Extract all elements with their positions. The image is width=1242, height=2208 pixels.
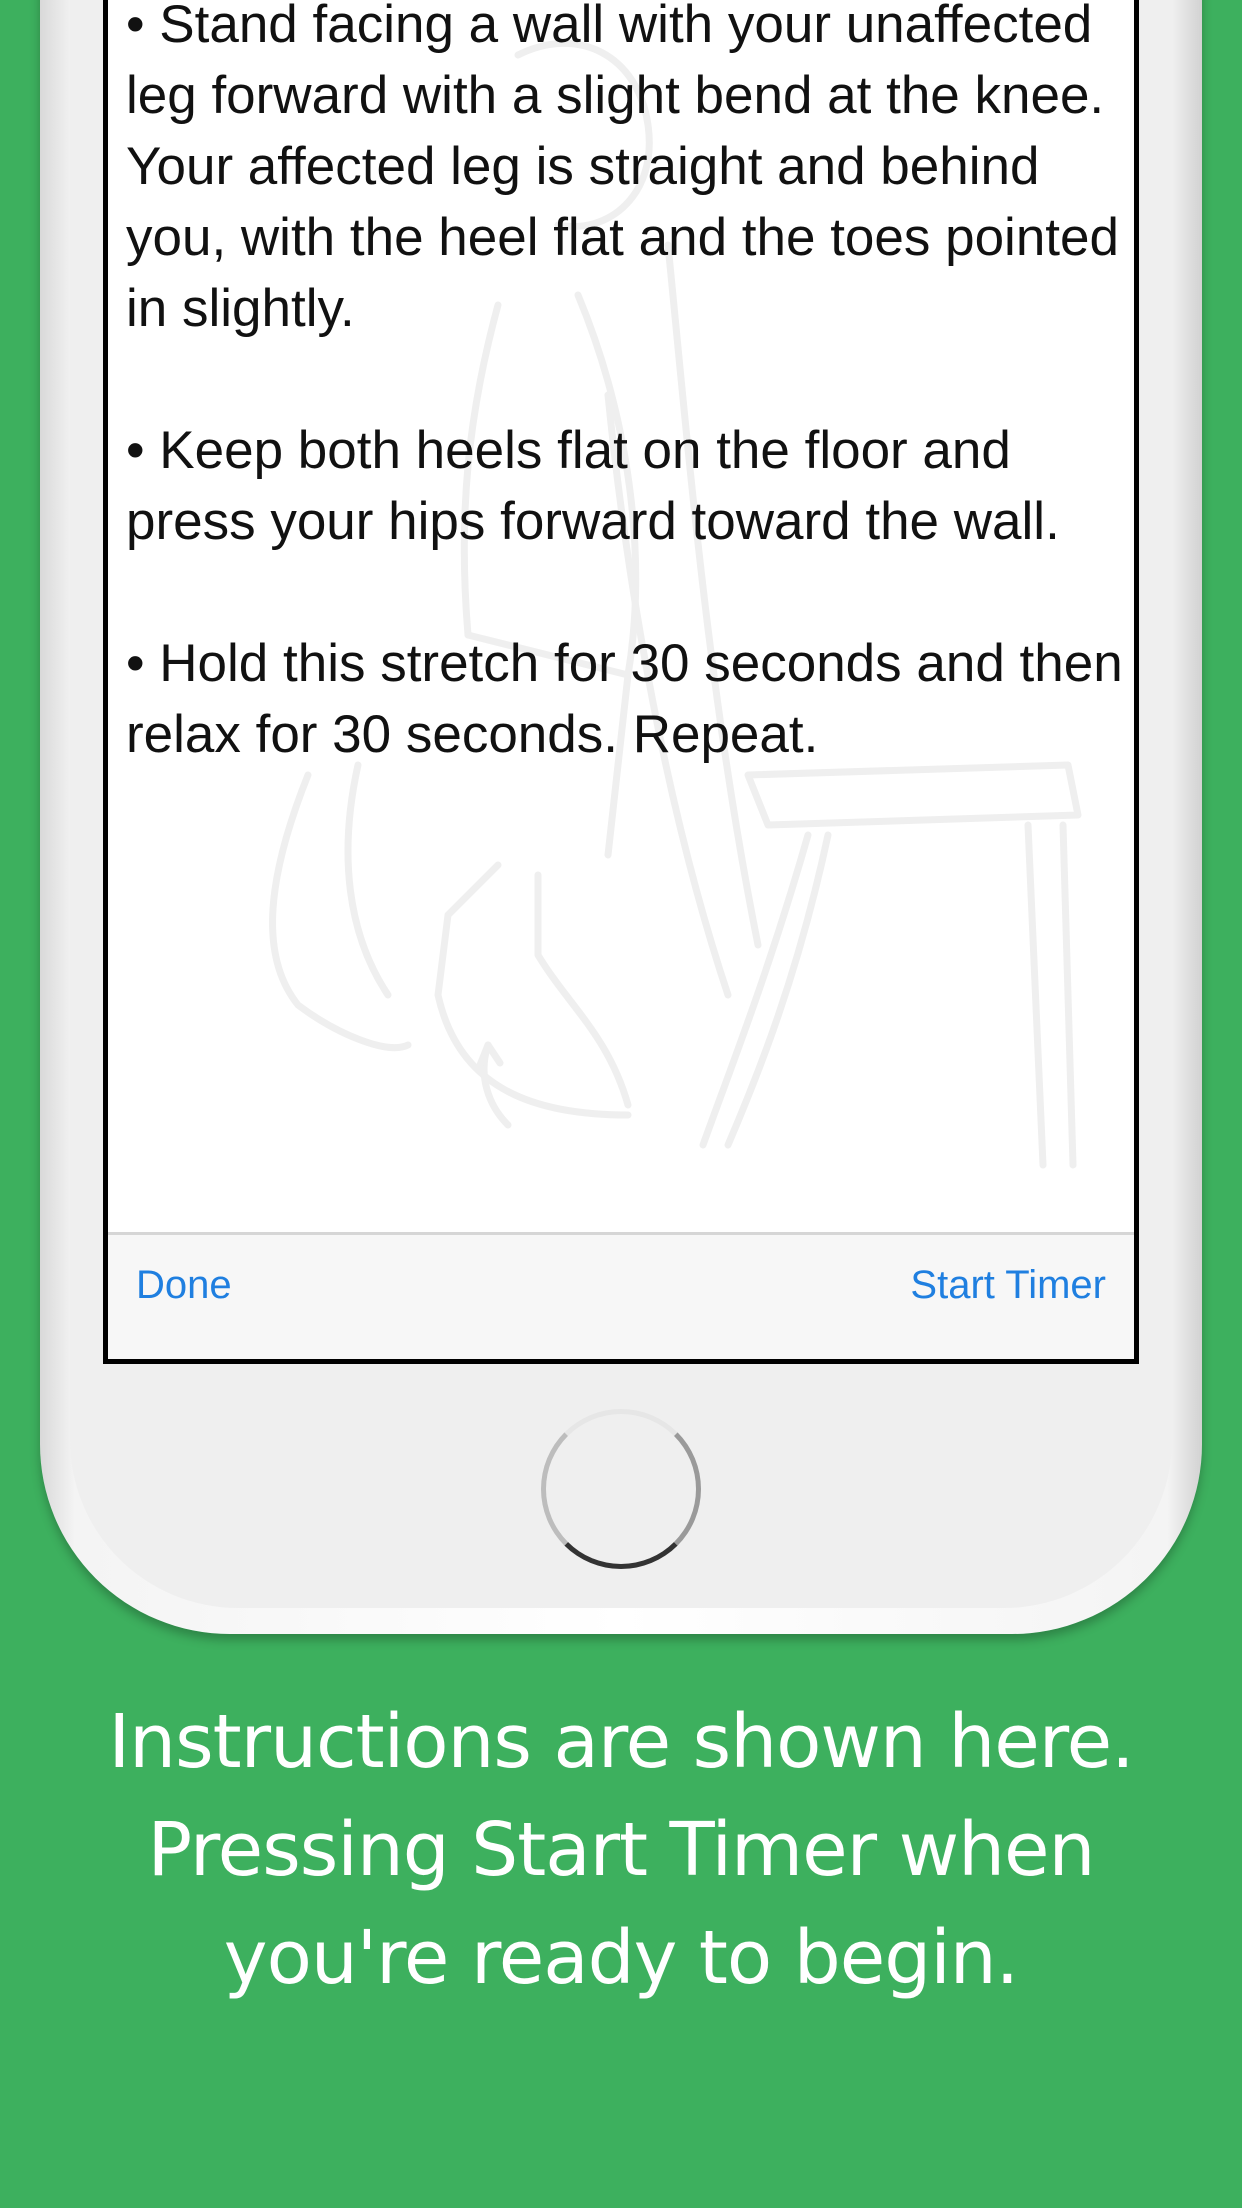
- phone-screen: • Stand facing a wall with your unaffect…: [103, 0, 1139, 1364]
- bottom-toolbar: Done Start Timer: [108, 1235, 1134, 1359]
- app-store-screenshot: • Stand facing a wall with your unaffect…: [0, 0, 1242, 2208]
- caption-line-1: Instructions are shown here.: [108, 1699, 1134, 1785]
- caption-line-2: Pressing Start Timer when: [147, 1807, 1096, 1893]
- done-button[interactable]: Done: [136, 1263, 232, 1308]
- caption-line-3: you're ready to begin.: [223, 1915, 1019, 2001]
- instructions-view: • Stand facing a wall with your unaffect…: [108, 0, 1134, 1359]
- marketing-caption: Instructions are shown here. Pressing St…: [0, 1688, 1242, 2012]
- home-button[interactable]: [541, 1409, 701, 1569]
- instruction-step-2: • Keep both heels flat on the floor and …: [126, 421, 1060, 551]
- instruction-step-1: • Stand facing a wall with your unaffect…: [126, 0, 1119, 338]
- start-timer-button[interactable]: Start Timer: [910, 1263, 1106, 1308]
- instruction-step-3: • Hold this stretch for 30 seconds and t…: [126, 634, 1123, 764]
- instructions-text: • Stand facing a wall with your unaffect…: [126, 0, 1131, 841]
